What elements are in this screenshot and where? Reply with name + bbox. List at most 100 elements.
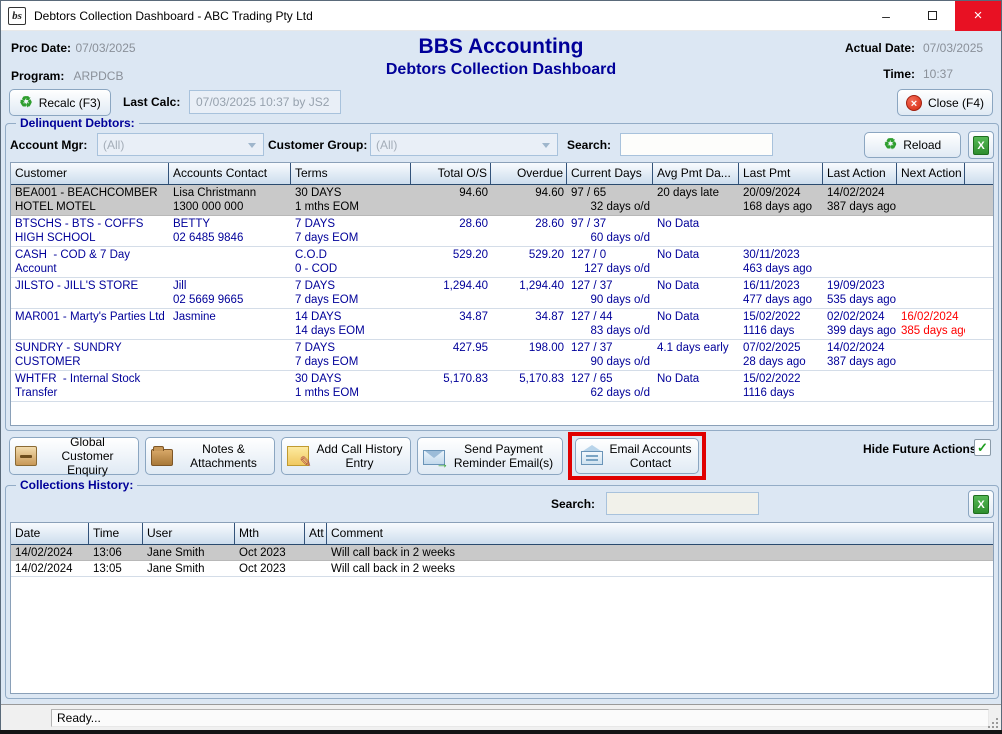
reload-button[interactable]: ♻ Reload — [864, 132, 961, 158]
cell-line: 7 DAYS — [295, 279, 408, 293]
app-icon: bs — [8, 7, 26, 25]
add-call-history-entry-button[interactable]: Add Call History Entry — [281, 437, 411, 475]
table-row[interactable]: MAR001 - Marty's Parties LtdJasmine14 DA… — [11, 309, 993, 340]
table-row[interactable]: SUNDRY - SUNDRYCUSTOMER7 DAYS7 days EOM4… — [11, 340, 993, 371]
delinquent-debtors-group: Delinquent Debtors: Account Mgr: (All) C… — [5, 123, 999, 431]
table-row[interactable]: CASH - COD & 7 DayAccountC.O.D0 - COD529… — [11, 247, 993, 278]
cell-overdue: 5,170.83 — [491, 371, 567, 401]
cell-last_pmt: 15/02/20221116 days — [739, 371, 823, 401]
cell-line: 97 / 37 — [571, 217, 650, 231]
maximize-button[interactable] — [909, 1, 955, 31]
column-header-contact[interactable]: Accounts Contact — [169, 163, 291, 184]
cell-last_action: 19/09/2023535 days ago — [823, 278, 897, 308]
time-value: 10:37 — [923, 67, 993, 81]
minimize-button[interactable]: – — [863, 1, 909, 31]
cell-total: 1,294.40 — [411, 278, 491, 308]
drawer-icon — [15, 446, 37, 466]
recycle-icon: ♻ — [19, 96, 32, 110]
cell-last_action: 14/02/2024387 days ago — [823, 340, 897, 370]
send-payment-reminder-email-s-button[interactable]: Send Payment Reminder Email(s) — [417, 437, 563, 475]
cell-line: 7 days EOM — [295, 355, 408, 369]
window-close-button[interactable]: × — [955, 1, 1001, 31]
global-customer-enquiry-button[interactable]: Global Customer Enquiry — [9, 437, 139, 475]
table-row[interactable]: WHTFR - Internal StockTransfer30 DAYS1 m… — [11, 371, 993, 402]
column-header-last_pmt[interactable]: Last Pmt — [739, 163, 823, 184]
column-header-total[interactable]: Total O/S — [411, 163, 491, 184]
column-header-comment[interactable]: Comment — [327, 523, 993, 544]
cell-comment: Will call back in 2 weeks — [327, 545, 993, 560]
customer-group-select[interactable]: (All) — [370, 133, 558, 156]
recycle-icon: ♻ — [884, 138, 897, 152]
column-header-avg[interactable]: Avg Pmt Da... — [653, 163, 739, 184]
table-row[interactable]: JILSTO - JILL'S STOREJill02 5669 96657 D… — [11, 278, 993, 309]
close-f4-button[interactable]: ×Close (F4) — [897, 89, 993, 116]
column-header-terms[interactable]: Terms — [291, 163, 411, 184]
email-accounts-contact-button[interactable]: Email Accounts Contact — [575, 438, 699, 474]
search-input[interactable] — [620, 133, 773, 156]
table-row[interactable]: 14/02/202413:06Jane SmithOct 2023Will ca… — [11, 545, 993, 561]
notes-attachments-button[interactable]: Notes & Attachments — [145, 437, 275, 475]
cell-line: 477 days ago — [743, 293, 820, 307]
cell-mth: Oct 2023 — [235, 561, 305, 576]
cell-line: 30/11/2023 — [743, 248, 820, 262]
actual-date-value: 07/03/2025 — [923, 41, 993, 55]
hide-future-actions-checkbox[interactable]: ✓ — [974, 439, 991, 456]
cell-line: 02 6485 9846 — [173, 231, 288, 245]
column-header-last_action[interactable]: Last Action — [823, 163, 897, 184]
cell-line: 30 DAYS — [295, 186, 408, 200]
last-calc-label: Last Calc: — [123, 95, 180, 109]
cell-line: Jill — [173, 279, 288, 293]
cell-line: 83 days o/d — [571, 324, 650, 338]
cell-line: MAR001 - Marty's Parties Ltd — [15, 310, 166, 324]
history-search-input[interactable] — [606, 492, 759, 515]
cell-line: Transfer — [15, 386, 166, 400]
stop-icon: × — [906, 95, 922, 111]
cell-line: 02/02/2024 — [827, 310, 894, 324]
window-titlebar: bs Debtors Collection Dashboard - ABC Tr… — [1, 1, 1001, 31]
cell-overdue: 529.20 — [491, 247, 567, 277]
cell-next_action — [897, 216, 965, 246]
cell-avg: No Data — [653, 278, 739, 308]
column-header-customer[interactable]: Customer — [11, 163, 169, 184]
column-header-next_action[interactable]: Next Action — [897, 163, 965, 184]
cell-last_action: 14/02/2024387 days ago — [823, 185, 897, 215]
export-excel-button[interactable]: X — [968, 131, 994, 159]
table-row[interactable]: BTSCHS - BTS - COFFSHIGH SCHOOLBETTY02 6… — [11, 216, 993, 247]
cell-line: Lisa Christmann — [173, 186, 288, 200]
column-header-date[interactable]: Date — [11, 523, 89, 544]
column-header-mth[interactable]: Mth — [235, 523, 305, 544]
recalc-button[interactable]: ♻ Recalc (F3) — [9, 89, 111, 116]
debtors-table: CustomerAccounts ContactTermsTotal O/SOv… — [10, 162, 994, 426]
envarrow-icon — [423, 450, 445, 465]
cell-contact — [169, 340, 291, 370]
cell-att — [305, 545, 327, 560]
resize-grip[interactable] — [988, 718, 998, 728]
column-header-att[interactable]: Att — [305, 523, 327, 544]
column-header-overdue[interactable]: Overdue — [491, 163, 567, 184]
column-header-time[interactable]: Time — [89, 523, 143, 544]
cell-contact — [169, 371, 291, 401]
cell-line: 15/02/2022 — [743, 310, 820, 324]
cell-terms: 14 DAYS14 days EOM — [291, 309, 411, 339]
cell-contact — [169, 247, 291, 277]
cell-line: 387 days ago — [827, 355, 894, 369]
history-export-excel-button[interactable]: X — [968, 490, 994, 518]
cell-line: 385 days ago — [901, 324, 962, 338]
column-header-current[interactable]: Current Days — [567, 163, 653, 184]
reload-label: Reload — [903, 138, 941, 152]
cell-next_action — [897, 371, 965, 401]
cell-last_pmt: 30/11/2023463 days ago — [739, 247, 823, 277]
last-calc-field: 07/03/2025 10:37 by JS2 — [189, 90, 341, 114]
cell-line: 399 days ago — [827, 324, 894, 338]
delinquent-debtors-legend: Delinquent Debtors: — [16, 116, 139, 130]
column-header-user[interactable]: User — [143, 523, 235, 544]
account-mgr-select[interactable]: (All) — [97, 133, 264, 156]
cell-current: 127 / 4483 days o/d — [567, 309, 653, 339]
cell-last_action — [823, 247, 897, 277]
table-row[interactable]: BEA001 - BEACHCOMBERHOTEL MOTELLisa Chri… — [11, 185, 993, 216]
recalc-label: Recalc (F3) — [39, 96, 101, 110]
cell-line: 427.95 — [415, 341, 488, 355]
table-row[interactable]: 14/02/202413:05Jane SmithOct 2023Will ca… — [11, 561, 993, 577]
cell-line: 90 days o/d — [571, 355, 650, 369]
cell-filler — [965, 216, 993, 246]
